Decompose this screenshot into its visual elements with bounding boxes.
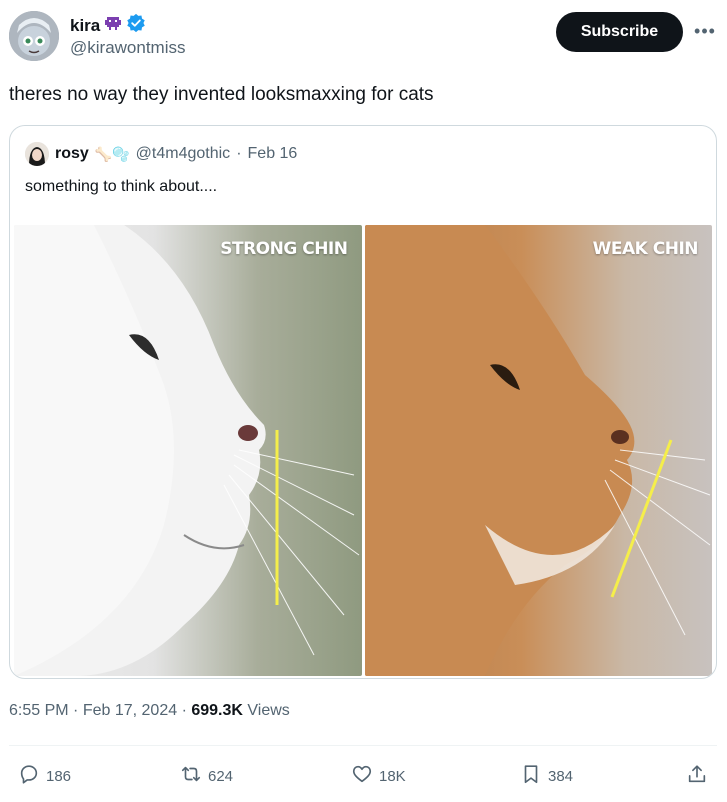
quote-date[interactable]: Feb 16 [248,145,298,163]
more-options-icon[interactable]: ••• [692,18,718,44]
subscribe-button[interactable]: Subscribe [556,12,683,52]
repost-icon [180,763,202,789]
quote-text: something to think about.... [25,178,218,195]
white-cat-profile [14,225,360,676]
reply-button[interactable]: 186 [18,763,71,789]
action-bar: 186 624 18K 384 [0,760,727,790]
quote-author-handle[interactable]: @t4m4gothic [136,145,231,163]
quoted-tweet[interactable]: rosy 🦴🫧 @t4m4gothic · Feb 16 something t… [9,125,717,679]
views-label: Views [247,702,290,719]
weak-chin-image[interactable]: WEAK CHIN [364,225,712,676]
quote-separator: · [236,145,242,162]
tweet-text: theres no way they invented looksmaxxing… [9,84,434,105]
meta-separator: · [181,702,187,719]
reply-icon [18,763,40,789]
alien-monster-icon [104,14,122,37]
quote-author-row: rosy 🦴🫧 @t4m4gothic · Feb 16 [25,142,297,166]
author-row: kira [70,13,146,38]
quote-author-name[interactable]: rosy [55,145,89,163]
tweet-meta: 6:55 PM · Feb 17, 2024 · 699.3K Views [9,702,290,720]
views-count: 699.3K [191,702,243,719]
author-handle[interactable]: @kirawontmiss [70,38,186,58]
orange-cat-profile [364,225,710,676]
quote-avatar[interactable] [25,142,49,166]
heart-icon [351,763,373,789]
tweet-date[interactable]: Feb 17, 2024 [83,702,177,719]
bookmark-button[interactable]: 384 [520,763,573,789]
reply-count: 186 [46,767,72,785]
image-label-weak: WEAK CHIN [592,239,699,259]
repost-count: 624 [208,767,234,785]
quote-author-emojis: 🦴🫧 [94,145,130,162]
bookmark-icon [520,763,542,789]
share-icon [686,763,708,789]
divider [9,745,717,746]
author-avatar[interactable] [9,11,59,61]
strong-chin-image[interactable]: STRONG CHIN [14,225,362,676]
bookmark-count: 384 [548,767,574,785]
share-button[interactable] [686,763,708,789]
avatar-illustration [9,11,59,61]
repost-button[interactable]: 624 [180,763,233,789]
like-button[interactable]: 18K [351,763,406,789]
verified-badge-icon[interactable] [126,13,146,38]
like-count: 18K [379,767,406,785]
image-label-strong: STRONG CHIN [220,239,348,259]
quote-media[interactable]: STRONG CHIN WEAK CHIN [14,225,712,676]
author-name[interactable]: kira [70,16,100,36]
meta-separator: · [73,702,79,719]
tweet-time[interactable]: 6:55 PM [9,702,69,719]
